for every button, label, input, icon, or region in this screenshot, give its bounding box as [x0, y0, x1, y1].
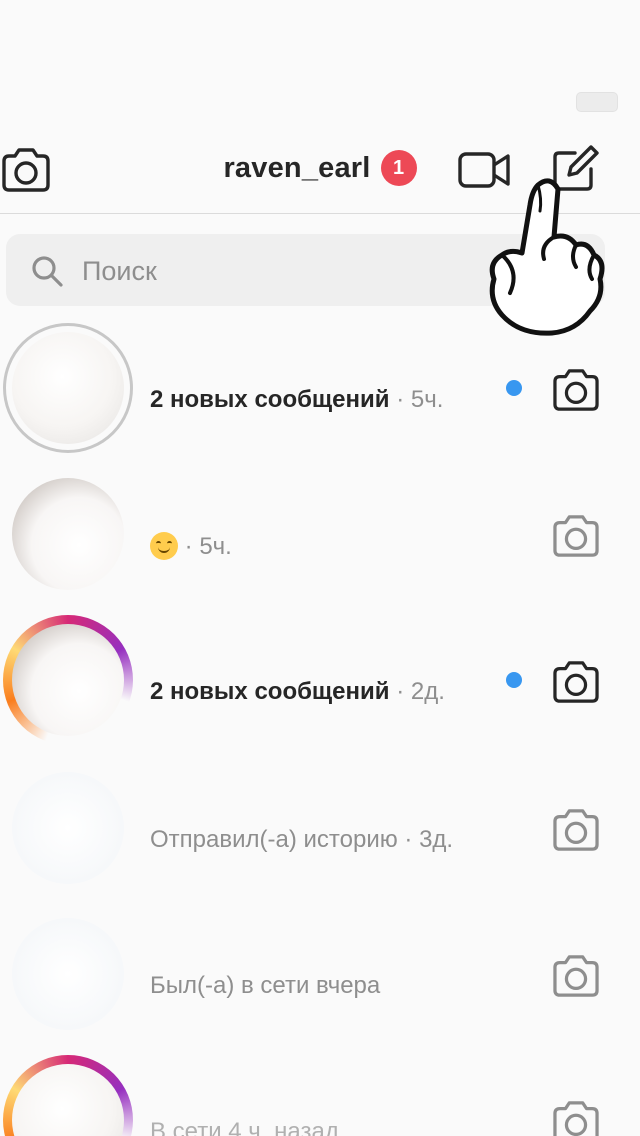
quick-camera-button[interactable]: [546, 1092, 606, 1136]
conversation-preview: 2 новых сообщений · 2д.: [150, 678, 445, 705]
avatar[interactable]: [12, 332, 124, 444]
quick-camera-button[interactable]: [546, 360, 606, 420]
quick-camera-button[interactable]: [546, 946, 606, 1006]
smiling-face-emoji: [150, 532, 178, 560]
camera-icon: [553, 955, 599, 997]
status-bar: [0, 0, 640, 130]
conversation-preview: Был(-а) в сети вчера: [150, 972, 381, 999]
search-placeholder: Поиск: [82, 256, 157, 286]
unread-dot: [506, 672, 522, 688]
conversation-row[interactable]: 2 новых сообщений · 2д.: [0, 612, 640, 752]
conversation-row[interactable]: · 5ч.: [0, 466, 640, 606]
camera-icon: [553, 515, 599, 557]
conversation-preview: Отправил(-а) историю · 3д.: [150, 826, 454, 853]
conversation-row[interactable]: Был(-а) в сети вчера: [0, 906, 640, 1046]
conversation-row[interactable]: Отправил(-а) историю · 3д.: [0, 760, 640, 900]
quick-camera-button[interactable]: [546, 652, 606, 712]
pointing-hand-sticker: [489, 178, 605, 336]
camera-icon: [553, 369, 599, 411]
account-title[interactable]: raven_earl: [223, 152, 370, 185]
avatar[interactable]: [12, 772, 124, 884]
avatar[interactable]: [12, 918, 124, 1030]
avatar[interactable]: [12, 478, 124, 590]
unread-dot: [506, 380, 522, 396]
camera-icon: [553, 661, 599, 703]
conversation-row[interactable]: В сети 4 ч. назад: [0, 1052, 640, 1136]
camera-icon: [553, 809, 599, 851]
quick-camera-button[interactable]: [546, 506, 606, 566]
search-icon: [32, 256, 63, 287]
conversation-preview: · 5ч.: [150, 532, 232, 561]
camera-icon: [553, 1101, 599, 1136]
conversation-preview: 2 новых сообщений · 5ч.: [150, 386, 444, 413]
conversation-preview: В сети 4 ч. назад: [150, 1118, 339, 1136]
avatar[interactable]: [12, 624, 124, 736]
notification-badge: 1: [380, 150, 417, 186]
direct-inbox-screen: raven_earl 1 Поиск 2 новых сообщений · 5…: [0, 0, 640, 1136]
quick-camera-button[interactable]: [546, 800, 606, 860]
battery-icon: [576, 92, 618, 112]
